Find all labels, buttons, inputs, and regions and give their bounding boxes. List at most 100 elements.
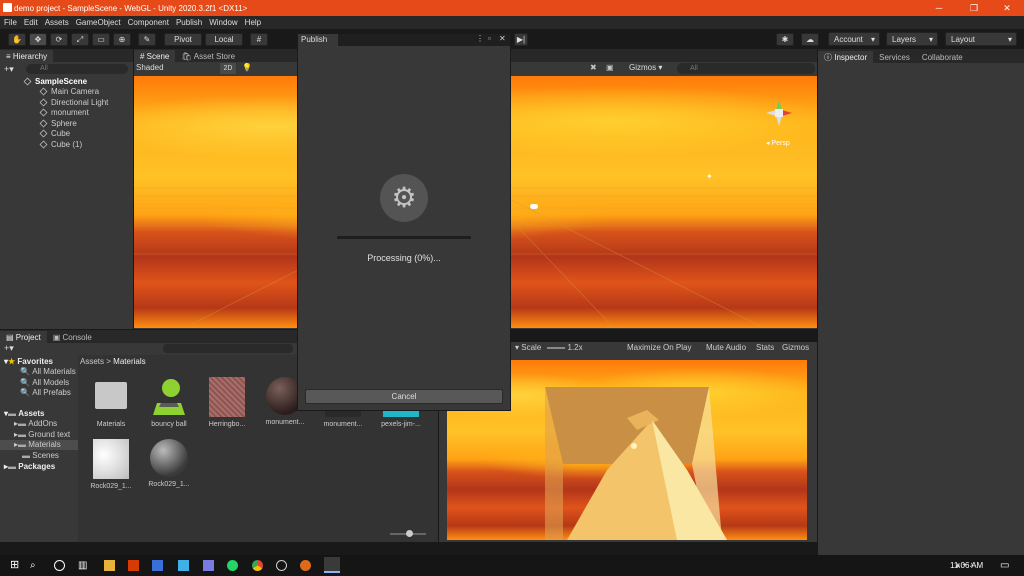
asset-materials-folder[interactable]: Materials (89, 377, 133, 428)
hierarchy-search-input[interactable]: All (26, 64, 128, 74)
scene-search-input[interactable]: All (677, 63, 815, 74)
dialog-close-icon[interactable]: ✕ (499, 34, 506, 43)
local-toggle[interactable]: Local (205, 33, 243, 46)
layout-dropdown[interactable]: Layout (945, 32, 1017, 46)
menu-gameobject[interactable]: GameObject (76, 18, 121, 27)
camera-icon[interactable]: ▣ (606, 63, 614, 72)
account-dropdown[interactable]: Account (828, 32, 880, 46)
folder-scenes[interactable]: ▬ Scenes (0, 450, 59, 461)
notification-icon[interactable]: ▭ (1000, 560, 1009, 571)
menu-window[interactable]: Window (209, 18, 237, 27)
search-icon[interactable]: ⌕ (30, 560, 41, 571)
step-button-icon[interactable]: ▶| (514, 33, 528, 46)
hierarchy-item-directional-light[interactable]: Directional Light (0, 97, 108, 108)
hierarchy-item-main-camera[interactable]: Main Camera (0, 87, 99, 98)
unity-taskbar-icon[interactable] (324, 557, 340, 573)
tab-asset-store[interactable]: 🛍 Asset Store (175, 50, 242, 62)
tab-scene[interactable]: # Scene (134, 50, 176, 62)
dialog-maximize-icon[interactable]: ▫ (488, 34, 491, 43)
hierarchy-item-cube-1[interactable]: Cube (1) (0, 139, 82, 150)
cloud-icon[interactable]: ☁ (801, 33, 819, 46)
task-view-icon[interactable]: ▥ (78, 560, 89, 571)
project-search-input[interactable] (163, 344, 293, 353)
folder-materials[interactable]: ▸ ▬ Materials (0, 439, 78, 450)
office-icon[interactable] (128, 560, 139, 571)
menu-publish[interactable]: Publish (176, 18, 202, 27)
move-tool-icon[interactable]: ✥ (29, 33, 47, 46)
discord-icon[interactable] (203, 560, 214, 571)
tab-inspector[interactable]: ⓘ Inspector (818, 51, 874, 63)
packages-node[interactable]: ▸ ▬ Packages (0, 461, 55, 472)
lighting-icon[interactable]: 💡 (242, 63, 252, 72)
close-button[interactable]: ✕ (990, 0, 1024, 16)
pivot-toggle[interactable]: Pivot (164, 33, 202, 46)
maximize-on-play-toggle[interactable]: Maximize On Play (627, 343, 691, 352)
collab-icon[interactable]: ✱ (776, 33, 794, 46)
tab-console[interactable]: ▣ Console (46, 331, 98, 343)
asset-bouncy-ball[interactable]: bouncy ball (147, 377, 191, 428)
rotate-tool-icon[interactable]: ⟳ (50, 33, 68, 46)
mute-audio-toggle[interactable]: Mute Audio (706, 343, 746, 352)
cancel-button[interactable]: Cancel (305, 389, 503, 404)
minimize-button[interactable]: ─ (922, 0, 956, 16)
favorites-node[interactable]: ▾ ★ Favorites (0, 356, 53, 367)
gizmos-dropdown[interactable]: Gizmos ▾ (626, 62, 665, 73)
scale-tool-icon[interactable]: ⤢ (71, 33, 89, 46)
grid-snap-icon[interactable]: # (250, 33, 268, 46)
clock[interactable]: 11:06 AM (950, 561, 990, 570)
folder-addons[interactable]: ▸ ▬ AddOns (0, 419, 57, 430)
asset-rock029-1[interactable]: Rock029_1... (89, 439, 133, 490)
add-object-button[interactable]: +▾ (4, 64, 14, 75)
firefox-icon[interactable] (300, 560, 311, 571)
layers-dropdown[interactable]: Layers (886, 32, 938, 46)
tab-hierarchy[interactable]: ≡ Hierarchy (0, 50, 54, 62)
app-icon[interactable] (152, 560, 163, 571)
asset-herringbone[interactable]: Herringbo... (205, 377, 249, 428)
favorite-all-models[interactable]: 🔍 All Models (0, 377, 69, 388)
store-icon[interactable] (178, 560, 189, 571)
publish-tab[interactable]: Publish (298, 34, 338, 46)
chrome-icon[interactable] (252, 560, 263, 571)
dialog-menu-icon[interactable]: ⋮ (476, 34, 484, 43)
asset-rock029-2[interactable]: Rock029_1... (147, 439, 191, 488)
tab-project[interactable]: ▤ Project (0, 331, 47, 343)
scale-control[interactable]: ▾ Scale 1.2x (515, 343, 583, 352)
create-asset-button[interactable]: +▾ (4, 343, 14, 354)
menu-help[interactable]: Help (245, 18, 261, 27)
hierarchy-item-cube[interactable]: Cube (0, 129, 70, 140)
breadcrumb-assets[interactable]: Assets (80, 357, 104, 366)
slider-thumb[interactable] (406, 530, 413, 537)
folder-ground-text[interactable]: ▸ ▬ Ground text (0, 429, 70, 440)
clock-app-icon[interactable] (276, 560, 287, 571)
file-explorer-icon[interactable] (104, 560, 115, 571)
tab-services[interactable]: Services (873, 51, 916, 63)
transform-tool-icon[interactable]: ⊕ (113, 33, 131, 46)
maximize-button[interactable]: ❐ (957, 0, 991, 16)
shading-dropdown[interactable]: Shaded (136, 63, 216, 74)
breadcrumb-materials[interactable]: Materials (113, 357, 145, 366)
whatsapp-icon[interactable] (227, 560, 238, 571)
hierarchy-item-monument[interactable]: monument (0, 108, 89, 119)
menu-file[interactable]: File (4, 18, 17, 27)
custom-tool-icon[interactable]: ✎ (138, 33, 156, 46)
hierarchy-item-sphere[interactable]: Sphere (0, 118, 77, 129)
hand-tool-icon[interactable]: ✋ (8, 33, 26, 46)
stats-toggle[interactable]: Stats (756, 343, 774, 352)
orientation-gizmo-icon[interactable] (764, 98, 794, 128)
persp-label[interactable]: ◂ Persp (766, 139, 790, 147)
game-gizmos-toggle[interactable]: Gizmos (782, 343, 809, 352)
menu-component[interactable]: Component (128, 18, 169, 27)
tools-icon[interactable]: ✖ (590, 63, 597, 72)
menu-edit[interactable]: Edit (24, 18, 38, 27)
mode-2d-toggle[interactable]: 2D (220, 63, 236, 74)
favorite-all-materials[interactable]: 🔍 All Materials (0, 367, 76, 378)
favorite-all-prefabs[interactable]: 🔍 All Prefabs (0, 388, 71, 399)
hierarchy-scene-row[interactable]: SampleScene (0, 76, 133, 87)
thumbnail-size-slider[interactable] (390, 530, 426, 537)
tab-collaborate[interactable]: Collaborate (915, 51, 969, 63)
menu-assets[interactable]: Assets (45, 18, 69, 27)
assets-node[interactable]: ▾ ▬ Assets (0, 408, 45, 419)
cortana-icon[interactable] (54, 560, 65, 571)
rect-tool-icon[interactable]: ▭ (92, 33, 110, 46)
start-icon[interactable]: ⊞ (10, 560, 21, 571)
